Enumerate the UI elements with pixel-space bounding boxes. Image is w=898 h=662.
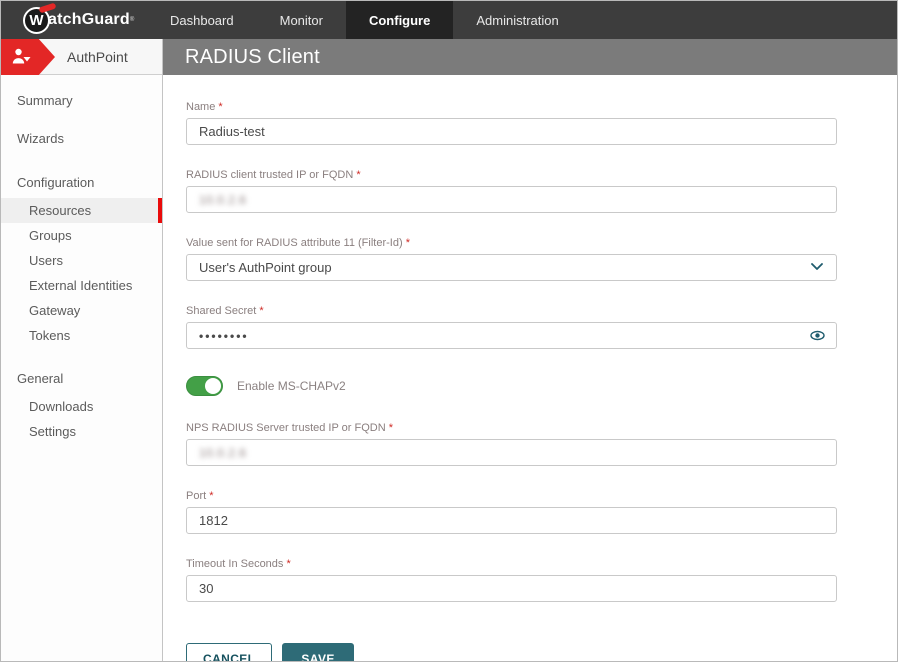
required-asterisk: * <box>389 422 393 434</box>
required-asterisk: * <box>356 169 360 181</box>
timeout-input[interactable] <box>186 575 837 602</box>
field-port: Port * <box>186 490 837 534</box>
authpoint-pennant <box>1 39 55 75</box>
field-shared-secret: Shared Secret * •••••••• <box>186 305 837 349</box>
watchguard-logo[interactable]: W atchGuard ® <box>1 1 131 39</box>
masked-password: •••••••• <box>199 329 249 343</box>
logo-initial: W <box>29 13 43 28</box>
nps-ip-input[interactable]: 10.0.2.6 <box>186 439 837 466</box>
sidebar-item-tokens[interactable]: Tokens <box>1 323 162 348</box>
sidebar-item-downloads[interactable]: Downloads <box>1 394 162 419</box>
port-label: Port * <box>186 490 837 502</box>
nav-tab-configure[interactable]: Configure <box>346 1 453 39</box>
sidebar-item-users[interactable]: Users <box>1 248 162 273</box>
mschap-toggle[interactable] <box>186 376 223 396</box>
redacted-value: 10.0.2.6 <box>199 193 246 207</box>
watchguard-logo-icon: W <box>23 7 50 34</box>
eye-icon[interactable] <box>810 330 825 341</box>
name-label: Name * <box>186 101 837 113</box>
required-asterisk: * <box>259 305 263 317</box>
sidebar-section-configuration[interactable]: Configuration <box>1 169 162 196</box>
nav-tab-dashboard[interactable]: Dashboard <box>147 1 257 39</box>
timeout-label: Timeout In Seconds * <box>186 558 837 570</box>
mschap-label: Enable MS-CHAPv2 <box>237 379 346 393</box>
sidebar-item-resources[interactable]: Resources <box>1 198 162 223</box>
main-panel: RADIUS Client Name * RADIUS client trust… <box>163 39 897 661</box>
field-client-ip: RADIUS client trusted IP or FQDN * 10.0.… <box>186 169 837 213</box>
brand-wordmark: atchGuard <box>48 11 130 29</box>
selected-option: User's AuthPoint group <box>199 260 332 275</box>
sidebar-item-summary[interactable]: Summary <box>1 87 162 114</box>
save-button[interactable]: SAVE <box>282 643 353 662</box>
sidebar-header: AuthPoint <box>1 39 162 75</box>
sidebar: AuthPoint Summary Wizards Configuration … <box>1 39 163 661</box>
shared-secret-label: Shared Secret * <box>186 305 837 317</box>
nav-tab-monitor[interactable]: Monitor <box>257 1 346 39</box>
field-mschap: Enable MS-CHAPv2 <box>186 376 897 396</box>
toggle-knob <box>205 378 221 394</box>
attribute11-select[interactable]: User's AuthPoint group <box>186 254 837 281</box>
required-asterisk: * <box>406 237 410 249</box>
trademark-symbol: ® <box>130 17 134 23</box>
nav-tab-administration[interactable]: Administration <box>453 1 581 39</box>
top-nav: W atchGuard ® Dashboard Monitor Configur… <box>1 1 897 39</box>
page-title: RADIUS Client <box>185 46 320 69</box>
sidebar-item-wizards[interactable]: Wizards <box>1 125 162 152</box>
field-attribute11: Value sent for RADIUS attribute 11 (Filt… <box>186 237 837 281</box>
page-title-bar: RADIUS Client <box>163 39 897 75</box>
sidebar-item-external-identities[interactable]: External Identities <box>1 273 162 298</box>
sidebar-item-groups[interactable]: Groups <box>1 223 162 248</box>
client-ip-input[interactable]: 10.0.2.6 <box>186 186 837 213</box>
app-window: W atchGuard ® Dashboard Monitor Configur… <box>0 0 898 662</box>
redacted-value: 10.0.2.6 <box>199 446 246 460</box>
field-nps-ip: NPS RADIUS Server trusted IP or FQDN * 1… <box>186 422 837 466</box>
client-ip-label: RADIUS client trusted IP or FQDN * <box>186 169 837 181</box>
radius-client-form: Name * RADIUS client trusted IP or FQDN … <box>163 75 897 662</box>
sidebar-menu: Summary Wizards Configuration Resources … <box>1 75 162 444</box>
sidebar-product-label: AuthPoint <box>67 49 128 65</box>
body-layout: AuthPoint Summary Wizards Configuration … <box>1 39 897 661</box>
primary-nav: Dashboard Monitor Configure Administrati… <box>147 1 582 39</box>
form-actions: CANCEL SAVE <box>186 643 897 662</box>
sidebar-item-gateway[interactable]: Gateway <box>1 298 162 323</box>
chevron-down-icon <box>811 263 823 271</box>
sidebar-section-general[interactable]: General <box>1 365 162 392</box>
field-timeout: Timeout In Seconds * <box>186 558 837 602</box>
required-asterisk: * <box>218 101 222 113</box>
field-name: Name * <box>186 101 837 145</box>
sidebar-item-settings[interactable]: Settings <box>1 419 162 444</box>
nps-ip-label: NPS RADIUS Server trusted IP or FQDN * <box>186 422 837 434</box>
required-asterisk: * <box>286 558 290 570</box>
name-input[interactable] <box>186 118 837 145</box>
authpoint-user-icon <box>10 47 34 67</box>
shared-secret-input[interactable]: •••••••• <box>186 322 837 349</box>
required-asterisk: * <box>209 490 213 502</box>
port-input[interactable] <box>186 507 837 534</box>
attribute11-label: Value sent for RADIUS attribute 11 (Filt… <box>186 237 837 249</box>
cancel-button[interactable]: CANCEL <box>186 643 272 662</box>
